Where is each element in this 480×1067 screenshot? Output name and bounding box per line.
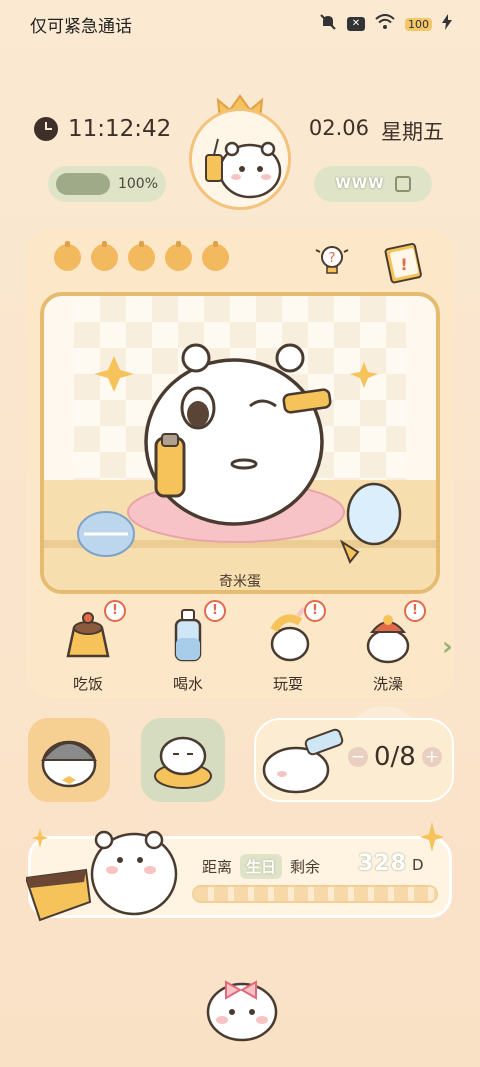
pet-avatar[interactable] bbox=[189, 108, 291, 210]
minus-button[interactable]: − bbox=[348, 747, 368, 767]
pet-energy-pill: 100% bbox=[48, 166, 166, 202]
water-counter: − 0/8 + bbox=[348, 742, 442, 772]
shortcut-tile-donut[interactable] bbox=[141, 718, 225, 802]
energy-percent: 100% bbox=[117, 176, 158, 192]
orange-icon bbox=[128, 241, 155, 271]
bear-with-cake-icon bbox=[26, 830, 178, 922]
energy-bar-fill bbox=[56, 173, 110, 195]
sparkle-icon bbox=[420, 822, 444, 852]
chevron-right-icon[interactable]: › bbox=[442, 632, 453, 662]
bath-label: 洗澡 bbox=[372, 675, 403, 693]
play-alert-badge: ! bbox=[304, 600, 326, 622]
pet-character[interactable] bbox=[44, 296, 436, 590]
energy-bar bbox=[56, 173, 110, 195]
birthday-days-remaining: 328 bbox=[358, 851, 407, 876]
weekday-text: 星期五 bbox=[381, 120, 444, 144]
orange-icon bbox=[202, 241, 229, 271]
care-actions: ! 吃饭 ! 喝水 ! 玩耍 ! 洗澡 bbox=[48, 598, 428, 693]
drink-action[interactable]: ! 喝水 bbox=[148, 598, 228, 693]
date-display: 02.06 星期五 bbox=[309, 116, 444, 146]
birthday-days-unit: D bbox=[412, 856, 424, 874]
birthday-prefix: 距离 bbox=[202, 858, 233, 876]
orange-icon bbox=[165, 241, 192, 271]
drink-label: 喝水 bbox=[172, 675, 203, 693]
shortcut-tile-penguin[interactable] bbox=[28, 718, 110, 802]
mute-icon bbox=[319, 13, 337, 35]
drink-alert-badge: ! bbox=[204, 600, 226, 622]
svg-text:?: ? bbox=[329, 251, 336, 266]
feed-label: 吃饭 bbox=[72, 675, 103, 693]
network-name: WWW bbox=[335, 176, 385, 192]
orange-icon bbox=[91, 241, 118, 271]
status-bar: 仅可紧急通话 ✕ 100 bbox=[0, 0, 480, 48]
food-counter bbox=[54, 241, 229, 271]
birthday-progress-bar bbox=[192, 885, 438, 903]
penguin-hat-icon bbox=[40, 740, 98, 788]
birthday-progress-fill bbox=[194, 887, 436, 901]
clock: 11:12:42 bbox=[34, 116, 171, 142]
pet-name-edit-pill[interactable]: WWW bbox=[314, 166, 432, 202]
birthday-countdown-text: 距离 生日 剩余 bbox=[202, 854, 320, 879]
edit-icon[interactable] bbox=[394, 176, 411, 192]
bath-alert-badge: ! bbox=[404, 600, 426, 622]
pet-name-label: 奇米蛋 bbox=[219, 574, 261, 590]
orange-icon bbox=[54, 241, 81, 271]
svg-text:!: ! bbox=[400, 255, 407, 274]
plus-button[interactable]: + bbox=[421, 747, 442, 767]
birthday-highlight: 生日 bbox=[240, 854, 283, 879]
feed-action[interactable]: ! 吃饭 bbox=[48, 598, 128, 693]
donut-bear-icon bbox=[154, 736, 212, 789]
play-action[interactable]: ! 玩耍 bbox=[248, 598, 328, 693]
birthday-suffix: 剩余 bbox=[290, 858, 321, 876]
wifi-icon bbox=[375, 14, 395, 34]
emergency-calls-only-text: 仅可紧急通话 bbox=[30, 16, 132, 37]
drinking-bear-icon bbox=[262, 728, 344, 794]
time-text: 11:12:42 bbox=[68, 116, 172, 142]
clock-icon bbox=[34, 117, 58, 141]
pet-stage[interactable] bbox=[40, 292, 440, 594]
feed-alert-badge: ! bbox=[104, 600, 126, 622]
bear-with-bow-icon bbox=[206, 980, 278, 1042]
date-text: 02.06 bbox=[308, 116, 369, 140]
notice-board-icon[interactable]: ! bbox=[382, 240, 426, 284]
water-count-value: 0/8 bbox=[374, 742, 416, 772]
bath-action[interactable]: ! 洗澡 bbox=[348, 598, 428, 693]
sim-error-icon: ✕ bbox=[347, 17, 365, 31]
battery-icon: 100 bbox=[405, 17, 432, 31]
play-label: 玩耍 bbox=[272, 675, 303, 693]
lightbulb-hint-icon[interactable]: ? bbox=[312, 240, 352, 280]
charging-icon bbox=[442, 14, 452, 34]
